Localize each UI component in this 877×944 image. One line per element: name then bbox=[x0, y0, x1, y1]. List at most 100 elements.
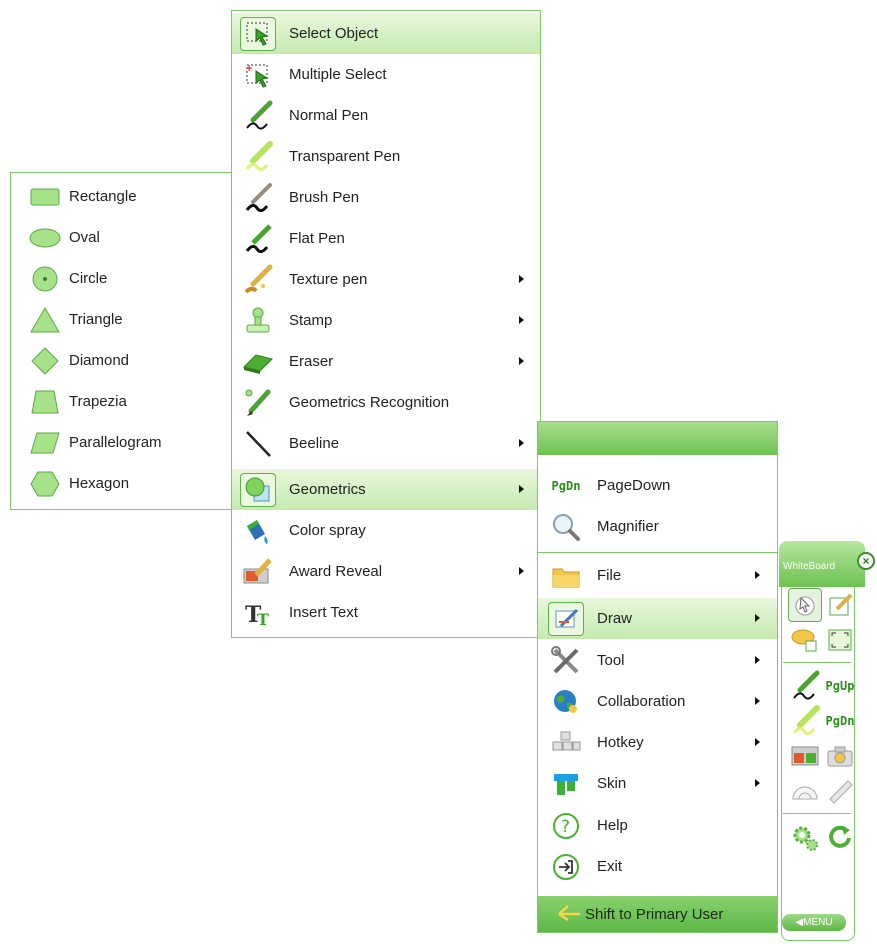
tool-icon bbox=[548, 644, 584, 678]
menu-item-label: Brush Pen bbox=[289, 189, 360, 206]
close-icon[interactable]: × bbox=[857, 552, 875, 570]
menu-item-diamond[interactable]: Diamond bbox=[11, 340, 233, 381]
menu-item-label: Rectangle bbox=[69, 188, 137, 205]
submenu-arrow-icon bbox=[519, 357, 524, 365]
menu-item-label: Circle bbox=[69, 270, 108, 287]
annotate-button[interactable] bbox=[823, 588, 857, 622]
menu-item-label: Normal Pen bbox=[289, 107, 369, 124]
menu-item-rectangle[interactable]: Rectangle bbox=[11, 176, 233, 217]
menu-item-hexagon[interactable]: Hexagon bbox=[11, 463, 233, 504]
shift-to-primary-user-button[interactable]: Shift to Primary User bbox=[538, 896, 777, 932]
menu-item-hotkey[interactable]: Hotkey bbox=[538, 722, 777, 763]
menu-item-brush-pen[interactable]: Brush Pen bbox=[232, 177, 540, 218]
menu-item-label: Exit bbox=[597, 858, 623, 875]
menu-item-beeline[interactable]: Beeline bbox=[232, 423, 540, 464]
menu-item-insert-text[interactable]: TT Insert Text bbox=[232, 592, 540, 633]
draw-submenu: Select Object + Multiple Select Normal P… bbox=[231, 10, 541, 638]
menu-item-label: Parallelogram bbox=[69, 434, 162, 451]
menu-item-skin[interactable]: Skin bbox=[538, 763, 777, 804]
circle-icon bbox=[27, 262, 63, 296]
menu-item-magnifier[interactable]: Magnifier bbox=[538, 506, 777, 547]
menu-item-label: Trapezia bbox=[69, 393, 127, 410]
submenu-arrow-icon bbox=[755, 656, 760, 664]
menu-item-pagedown[interactable]: PgDn PageDown bbox=[538, 465, 777, 506]
settings-gear-icon[interactable] bbox=[788, 821, 822, 855]
globe-icon bbox=[548, 685, 584, 719]
submenu-arrow-icon bbox=[519, 567, 524, 575]
menu-item-oval[interactable]: Oval bbox=[11, 217, 233, 258]
menu-item-label: Insert Text bbox=[289, 604, 358, 621]
ruler-icon[interactable] bbox=[823, 774, 857, 808]
menu-item-tool[interactable]: Tool bbox=[538, 640, 777, 681]
menu-item-exit[interactable]: Exit bbox=[538, 846, 777, 887]
submenu-arrow-icon bbox=[755, 697, 760, 705]
menu-item-label: Eraser bbox=[289, 353, 334, 370]
menu-item-label: Color spray bbox=[289, 522, 366, 539]
menu-item-label: Help bbox=[597, 817, 628, 834]
folder-icon bbox=[548, 559, 584, 593]
pen-button[interactable] bbox=[788, 669, 822, 703]
menu-item-eraser[interactable]: Eraser bbox=[232, 341, 540, 382]
stamp-icon bbox=[240, 304, 276, 338]
hexagon-icon bbox=[27, 467, 63, 501]
multiple-select-icon: + bbox=[240, 58, 276, 92]
beeline-icon bbox=[240, 427, 276, 461]
page-down-button[interactable]: PgDn bbox=[823, 704, 857, 738]
geometrics-submenu: Rectangle Oval Circle Triangle Diamond T… bbox=[10, 172, 234, 510]
pgup-label: PgUp bbox=[825, 679, 855, 693]
menu-item-flat-pen[interactable]: Flat Pen bbox=[232, 218, 540, 259]
comment-button[interactable] bbox=[788, 623, 822, 657]
pgdn-label: PgDn bbox=[825, 714, 855, 728]
menu-item-circle[interactable]: Circle bbox=[11, 258, 233, 299]
menu-item-label: PageDown bbox=[597, 477, 671, 494]
fullscreen-button[interactable] bbox=[823, 623, 857, 657]
menu-item-texture-pen[interactable]: Texture pen bbox=[232, 259, 540, 300]
menu-arrow-icon: ◀ bbox=[795, 917, 804, 928]
shift-user-icon bbox=[556, 902, 582, 928]
menu-tab-label: MENU bbox=[803, 917, 833, 928]
menu-item-draw[interactable]: Draw bbox=[538, 598, 777, 639]
menu-item-label: Flat Pen bbox=[289, 230, 345, 247]
menu-item-stamp[interactable]: Stamp bbox=[232, 300, 540, 341]
flat-pen-icon bbox=[240, 222, 276, 256]
menu-item-label: Hexagon bbox=[69, 475, 130, 492]
menu-item-file[interactable]: File bbox=[538, 555, 777, 596]
parallelogram-icon bbox=[27, 426, 63, 460]
page-up-button[interactable]: PgUp bbox=[823, 669, 857, 703]
menu-item-help[interactable]: ? Help bbox=[538, 805, 777, 846]
eraser-icon bbox=[240, 345, 276, 379]
menu-item-parallelogram[interactable]: Parallelogram bbox=[11, 422, 233, 463]
menu-item-label: Triangle bbox=[69, 311, 123, 328]
oval-icon bbox=[27, 221, 63, 255]
svg-text:?: ? bbox=[561, 817, 570, 837]
highlighter-button[interactable] bbox=[788, 704, 822, 738]
menu-item-color-spray[interactable]: Color spray bbox=[232, 510, 540, 551]
main-menu-header bbox=[538, 422, 777, 455]
whiteboard-toolbar: WhiteBoard × PgUp PgDn ◀ MENU bbox=[779, 541, 877, 944]
menu-item-geometrics[interactable]: Geometrics bbox=[232, 469, 540, 510]
svg-text:T: T bbox=[257, 610, 269, 628]
menu-item-multiple-select[interactable]: + Multiple Select bbox=[232, 54, 540, 95]
menu-item-trapezia[interactable]: Trapezia bbox=[11, 381, 233, 422]
protractor-icon[interactable] bbox=[788, 774, 822, 808]
menu-item-label: Select Object bbox=[289, 25, 379, 42]
menu-item-transparent-pen[interactable]: Transparent Pen bbox=[232, 136, 540, 177]
menu-toggle-button[interactable]: ◀ MENU bbox=[782, 914, 846, 931]
menu-item-select-object[interactable]: Select Object bbox=[232, 13, 540, 54]
camera-icon[interactable] bbox=[823, 739, 857, 773]
award-reveal-button[interactable] bbox=[788, 739, 822, 773]
menu-item-geometrics-recognition[interactable]: Geometrics Recognition bbox=[232, 382, 540, 423]
menu-item-normal-pen[interactable]: Normal Pen bbox=[232, 95, 540, 136]
skin-icon bbox=[548, 767, 584, 801]
refresh-icon[interactable] bbox=[823, 821, 857, 855]
menu-item-label: Draw bbox=[597, 610, 633, 627]
magnifier-icon bbox=[548, 510, 584, 544]
menu-item-label: File bbox=[597, 567, 622, 584]
help-icon: ? bbox=[548, 809, 584, 843]
submenu-arrow-icon bbox=[519, 316, 524, 324]
menu-item-award-reveal[interactable]: Award Reveal bbox=[232, 551, 540, 592]
select-mode-button[interactable] bbox=[788, 588, 822, 622]
color-spray-icon bbox=[240, 514, 276, 548]
menu-item-collaboration[interactable]: Collaboration bbox=[538, 681, 777, 722]
menu-item-triangle[interactable]: Triangle bbox=[11, 299, 233, 340]
